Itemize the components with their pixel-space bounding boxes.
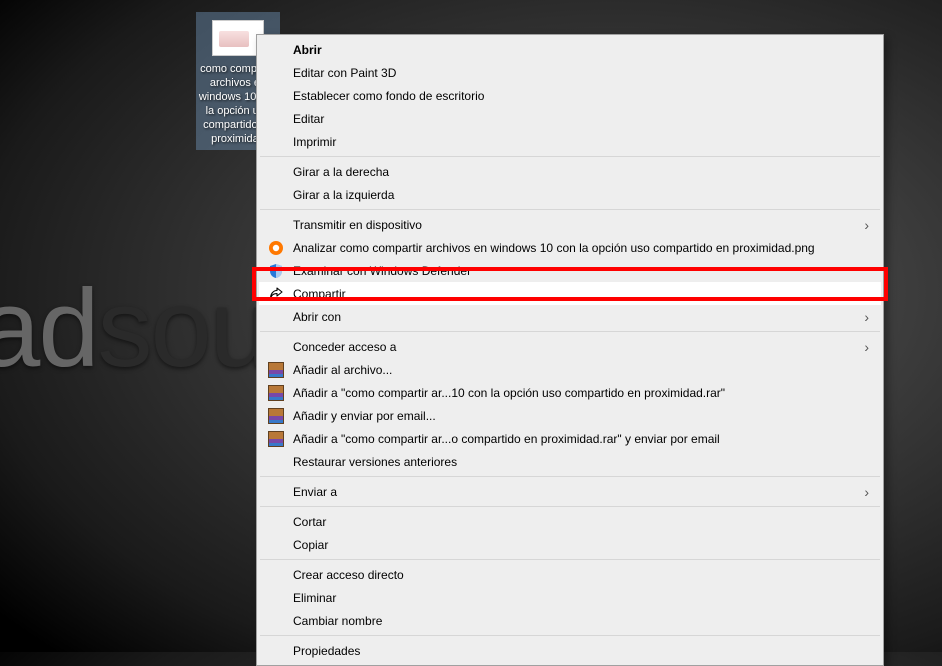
chevron-right-icon: › [864,484,869,500]
watermark-light: oad [0,267,98,390]
menu-item-label: Editar con Paint 3D [293,66,396,80]
menu-item-a-adir-a-como-compartir-ar-10-con-la-opc[interactable]: Añadir a "como compartir ar...10 con la … [259,381,881,404]
menu-item-label: Añadir al archivo... [293,363,392,377]
menu-item-label: Restaurar versiones anteriores [293,455,457,469]
menu-item-transmitir-en-dispositivo[interactable]: Transmitir en dispositivo › [259,213,881,236]
menu-item-label: Girar a la izquierda [293,188,394,202]
menu-item-copiar[interactable]: Copiar [259,533,881,556]
menu-item-label: Abrir [293,43,322,57]
menu-item-label: Analizar como compartir archivos en wind… [293,241,815,255]
rar-icon [268,431,284,447]
menu-separator [260,331,880,332]
menu-item-conceder-acceso-a[interactable]: Conceder acceso a › [259,335,881,358]
menu-item-label: Compartir [293,287,346,301]
menu-item-label: Editar [293,112,324,126]
menu-item-girar-a-la-izquierda[interactable]: Girar a la izquierda [259,183,881,206]
menu-item-a-adir-y-enviar-por-email[interactable]: Añadir y enviar por email... [259,404,881,427]
chevron-right-icon: › [864,339,869,355]
chevron-right-icon: › [864,309,869,325]
menu-item-label: Eliminar [293,591,336,605]
menu-item-imprimir[interactable]: Imprimir [259,130,881,153]
menu-item-analizar-como-compartir-archivos-en-wind[interactable]: Analizar como compartir archivos en wind… [259,236,881,259]
menu-separator [260,476,880,477]
menu-item-label: Imprimir [293,135,336,149]
menu-item-label: Examinar con Windows Defender [293,264,471,278]
menu-item-propiedades[interactable]: Propiedades [259,639,881,662]
menu-item-a-adir-al-archivo[interactable]: Añadir al archivo... [259,358,881,381]
menu-item-abrir[interactable]: Abrir [259,38,881,61]
context-menu: Abrir Editar con Paint 3D Establecer como … [256,34,884,666]
menu-item-label: Establecer como fondo de escritorio [293,89,484,103]
rar-icon [268,385,284,401]
menu-item-restaurar-versiones-anteriores[interactable]: Restaurar versiones anteriores [259,450,881,473]
menu-item-label: Propiedades [293,644,360,658]
menu-item-eliminar[interactable]: Eliminar [259,586,881,609]
menu-item-label: Conceder acceso a [293,340,396,354]
chevron-right-icon: › [864,217,869,233]
menu-item-label: Añadir y enviar por email... [293,409,436,423]
menu-item-establecer-como-fondo-de-escritorio[interactable]: Establecer como fondo de escritorio [259,84,881,107]
menu-separator [260,506,880,507]
menu-item-label: Transmitir en dispositivo [293,218,422,232]
avast-icon [268,240,284,256]
menu-item-crear-acceso-directo[interactable]: Crear acceso directo [259,563,881,586]
menu-item-label: Girar a la derecha [293,165,389,179]
menu-item-label: Cortar [293,515,326,529]
menu-item-label: Copiar [293,538,328,552]
menu-item-label: Añadir a "como compartir ar...10 con la … [293,386,725,400]
menu-item-abrir-con[interactable]: Abrir con › [259,305,881,328]
menu-separator [260,635,880,636]
rar-icon [268,362,284,378]
menu-item-a-adir-a-como-compartir-ar-o-compartido-[interactable]: Añadir a "como compartir ar...o comparti… [259,427,881,450]
menu-item-label: Añadir a "como compartir ar...o comparti… [293,432,720,446]
menu-item-label: Cambiar nombre [293,614,382,628]
menu-item-examinar-con-windows-defender[interactable]: Examinar con Windows Defender [259,259,881,282]
defender-icon [268,263,284,279]
rar-icon [268,408,284,424]
menu-item-cortar[interactable]: Cortar [259,510,881,533]
menu-separator [260,559,880,560]
menu-item-cambiar-nombre[interactable]: Cambiar nombre [259,609,881,632]
menu-separator [260,209,880,210]
menu-item-girar-a-la-derecha[interactable]: Girar a la derecha [259,160,881,183]
menu-item-editar[interactable]: Editar [259,107,881,130]
menu-item-compartir[interactable]: Compartir [259,282,881,305]
menu-item-label: Abrir con [293,310,341,324]
menu-separator [260,156,880,157]
menu-item-label: Enviar a [293,485,337,499]
menu-item-enviar-a[interactable]: Enviar a › [259,480,881,503]
menu-item-editar-con-paint-3d[interactable]: Editar con Paint 3D [259,61,881,84]
menu-item-label: Crear acceso directo [293,568,404,582]
share-icon [268,286,284,302]
